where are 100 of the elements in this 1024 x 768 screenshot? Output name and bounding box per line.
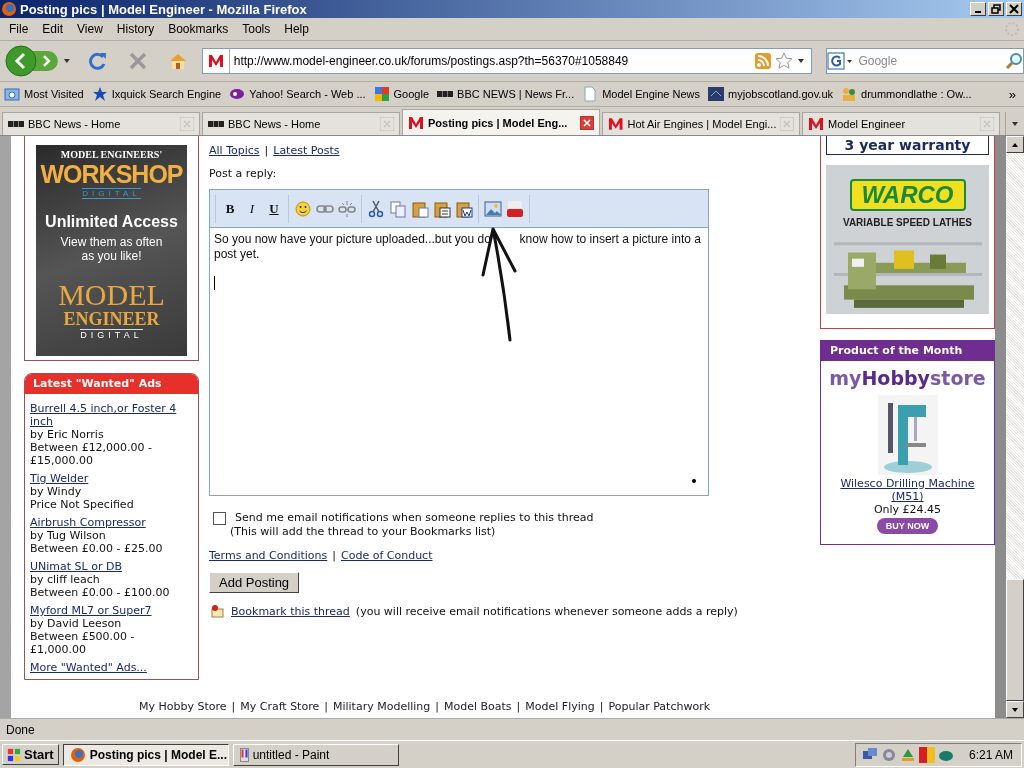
resize-handle[interactable] xyxy=(692,479,696,483)
bookmark-note: (you will receive email notifications whenever someone adds a reply) xyxy=(355,604,738,618)
product-price: Only £24.45 xyxy=(873,503,942,516)
vertical-scrollbar[interactable] xyxy=(1006,136,1024,718)
menu-item[interactable]: File xyxy=(2,22,36,36)
scroll-thumb[interactable] xyxy=(1006,579,1024,701)
menu-item[interactable]: Help xyxy=(277,22,316,36)
app-icon xyxy=(239,746,249,763)
browser-tab[interactable]: BBC News - Home xyxy=(202,112,400,135)
menu-item[interactable]: Tools xyxy=(235,22,278,36)
close-button[interactable] xyxy=(1006,2,1022,16)
close-tab-icon[interactable] xyxy=(580,115,594,130)
policy-link[interactable]: Code of Conduct xyxy=(341,549,433,562)
bookmark-item[interactable]: drummondlathe : Ow... xyxy=(841,86,972,102)
separator: | xyxy=(516,699,521,713)
ad-author: by David Leeson xyxy=(30,617,123,630)
menu-item[interactable]: Edit xyxy=(35,22,71,36)
throbber-icon xyxy=(1004,21,1020,37)
browser-tab[interactable]: Posting pics | Model Eng... xyxy=(402,109,600,135)
browser-logo-icon xyxy=(1,1,17,17)
scissors-icon[interactable] xyxy=(367,199,385,218)
add-posting-button[interactable]: Add Posting xyxy=(209,572,300,593)
checkbox-label: Send me email notifications when someone replies to this thread xyxy=(234,511,594,525)
bookmark-item[interactable]: Yahoo! Search - Web ... xyxy=(229,86,366,102)
separator: | xyxy=(599,699,604,713)
paste-icon[interactable] xyxy=(411,199,429,218)
dropdown-icon[interactable] xyxy=(797,57,806,65)
separator: | xyxy=(332,549,337,562)
italic-button[interactable]: I xyxy=(243,197,261,220)
nav-link[interactable]: All Topics xyxy=(209,144,260,157)
ad-price: Between £12,000.00 - £15,000.00 xyxy=(30,441,154,467)
paste-icon[interactable] xyxy=(433,199,451,218)
search-box[interactable]: Google xyxy=(826,48,1024,74)
paste-icon[interactable] xyxy=(455,199,473,218)
footer-link[interactable]: Popular Patchwork xyxy=(608,699,711,713)
promo-banner[interactable]: MODEL ENGINEERS' WORKSHOP DIGITAL Unlimited Access View them as often as you like! MODEL ENGINEER DIGITAL xyxy=(36,145,187,356)
image-icon[interactable] xyxy=(484,199,502,218)
start-button[interactable]: Start xyxy=(2,744,59,765)
footer-link[interactable]: My Craft Store xyxy=(240,699,320,713)
restore-button[interactable] xyxy=(988,2,1004,16)
bookmark-item[interactable]: Google xyxy=(373,86,430,102)
reload-icon[interactable] xyxy=(87,51,108,71)
product-link[interactable]: Wilesco Drilling Machine (M51) xyxy=(825,477,990,503)
underline-button[interactable]: U xyxy=(265,197,283,220)
footer-link[interactable]: Military Modelling xyxy=(332,699,431,713)
notify-checkbox[interactable] xyxy=(213,512,226,525)
bookmark-icon xyxy=(229,86,246,102)
clock: 6:21 AM xyxy=(968,747,1013,762)
taskbar-button[interactable]: Posting pics | Model E... xyxy=(62,743,229,766)
bookmark-item[interactable]: Ixquick Search Engine xyxy=(91,86,222,102)
footer-link[interactable]: Model Flying xyxy=(525,699,595,713)
scroll-down-icon[interactable] xyxy=(1011,705,1019,714)
unlink-icon[interactable] xyxy=(338,199,356,218)
menu-item[interactable]: Bookmarks xyxy=(161,22,236,36)
browser-tab[interactable]: Model Engineer xyxy=(802,112,1000,135)
search-icon[interactable] xyxy=(1005,52,1023,70)
ad-link[interactable]: Myford ML7 or Super7 xyxy=(30,604,193,617)
disc-icon[interactable] xyxy=(880,746,897,763)
site-icon xyxy=(207,53,224,69)
more-ads-link[interactable]: More "Wanted" Ads... xyxy=(30,661,193,674)
smiley-icon[interactable] xyxy=(294,199,312,218)
copy-icon[interactable] xyxy=(389,199,407,218)
taskbar-button[interactable]: untitled - Paint xyxy=(232,743,399,766)
bold-button[interactable]: B xyxy=(221,197,239,220)
search-engine-icon[interactable] xyxy=(827,52,854,70)
bookmark-icon xyxy=(209,603,225,619)
firewall-icon[interactable] xyxy=(918,746,935,763)
status-text: Done xyxy=(6,722,35,737)
ad-link[interactable]: Tig Welder xyxy=(30,472,193,485)
ad-link[interactable]: Airbrush Compressor xyxy=(30,516,193,529)
app-icon xyxy=(69,746,86,763)
browser-tab[interactable]: BBC News - Home xyxy=(2,112,200,135)
menu-item[interactable]: View xyxy=(70,22,110,36)
more-bookmarks-button[interactable]: » xyxy=(1008,86,1016,102)
bookmark-icon xyxy=(841,86,857,102)
address-field[interactable]: http://www.model-engineer.co.uk/forums/postings.asp?th=56370#1058849 xyxy=(201,48,813,74)
video-icon[interactable] xyxy=(506,199,524,218)
lathe-ad[interactable]: 3 year warranty WARCO VARIABLE SPEED LATHES xyxy=(820,136,995,329)
footer-link[interactable]: My Hobby Store xyxy=(138,699,227,713)
bookmark-item[interactable]: BBC NEWS | News Fr... xyxy=(437,86,575,102)
policy-link[interactable]: Terms and Conditions xyxy=(209,549,328,562)
minimize-button[interactable] xyxy=(970,2,986,16)
menu-item[interactable]: History xyxy=(109,22,162,36)
bookmark-item[interactable]: myjobscotland.gov.uk xyxy=(708,86,833,102)
ad-link[interactable]: UNimat SL or DB xyxy=(30,560,193,573)
bookmark-item[interactable]: Model Engine News xyxy=(582,86,701,102)
star-icon[interactable] xyxy=(775,52,794,70)
window-title: Posting pics | Model Engineer - Mozilla Firefox xyxy=(20,1,308,17)
bookmark-item[interactable]: Most Visited xyxy=(4,86,84,102)
separator: | xyxy=(231,699,236,713)
store-logo[interactable]: myHobbystore xyxy=(829,367,986,389)
bookmark-thread-link[interactable]: Bookmark this thread xyxy=(231,604,350,618)
nav-link[interactable]: Latest Posts xyxy=(273,144,340,157)
footer-link[interactable]: Model Boats xyxy=(444,699,512,713)
browser-tab[interactable]: Hot Air Engines | Model Engi... xyxy=(602,112,800,135)
ad-author: by Tug Wilson xyxy=(30,529,107,542)
ad-link[interactable]: Burrell 4.5 inch,or Foster 4 inch xyxy=(30,402,193,428)
minimize-icon xyxy=(975,11,981,13)
rss-icon[interactable] xyxy=(755,53,772,69)
buy-now-button[interactable]: BUY NOW xyxy=(876,518,939,534)
